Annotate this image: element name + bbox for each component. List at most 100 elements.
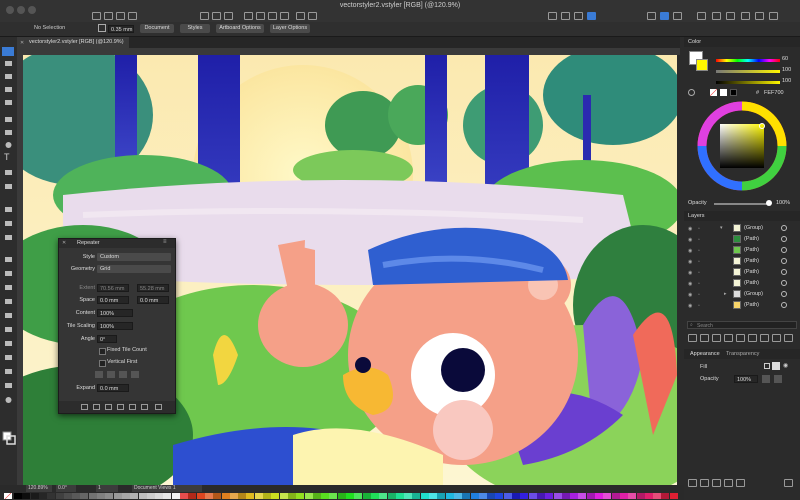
fill-swatch[interactable] — [98, 24, 106, 32]
outline-view-icon[interactable] — [561, 12, 570, 20]
duplicate-layer-icon[interactable] — [712, 334, 721, 342]
palette-swatch[interactable] — [429, 493, 437, 499]
layers-title[interactable]: Layers — [688, 213, 705, 219]
snap-points-icon[interactable] — [673, 12, 682, 20]
target-circle-icon[interactable] — [781, 269, 787, 275]
mirror-vertical-icon[interactable] — [119, 371, 127, 378]
color-tab[interactable]: Color — [688, 39, 701, 45]
appearance-opacity-input[interactable]: 100% — [734, 375, 758, 383]
snap-grid-icon[interactable] — [660, 12, 669, 20]
space-x-input[interactable]: 0.0 mm — [97, 296, 129, 304]
tile-scaling-input[interactable]: 100% — [97, 322, 133, 330]
fill-options-icon[interactable] — [764, 363, 770, 369]
palette-swatch[interactable] — [487, 493, 496, 499]
palette-swatch[interactable] — [80, 493, 89, 499]
palette-swatch[interactable] — [420, 493, 429, 499]
new-sublayer-icon[interactable] — [700, 334, 709, 342]
palette-swatch[interactable] — [545, 493, 554, 499]
open-file-icon[interactable] — [104, 12, 113, 20]
palette-swatch[interactable] — [337, 493, 346, 499]
vertical-first-checkbox[interactable] — [99, 360, 106, 367]
palette-swatch[interactable] — [304, 493, 313, 499]
arrange-icon[interactable] — [224, 12, 233, 20]
artboard-options-button[interactable]: Artboard Options — [216, 24, 264, 33]
delete-icon[interactable] — [308, 12, 317, 20]
content-input[interactable]: 100% — [97, 309, 133, 317]
brightness-slider[interactable] — [716, 81, 780, 84]
palette-swatch[interactable] — [130, 493, 139, 499]
gear-icon[interactable] — [712, 12, 721, 20]
color-opacity-thumb[interactable] — [766, 200, 772, 206]
lock-layer-icon[interactable] — [772, 334, 781, 342]
layer-row[interactable]: ◉ ▫ (Path) — [684, 267, 800, 278]
layer-row[interactable]: ◉ ▫ ▸ (Group) — [684, 289, 800, 300]
snap-icon[interactable] — [647, 12, 656, 20]
info-icon[interactable] — [726, 12, 735, 20]
palette-swatch[interactable] — [163, 493, 172, 499]
ungroup-icon[interactable] — [212, 12, 221, 20]
palette-swatch[interactable] — [113, 493, 122, 499]
mirror-horizontal-icon[interactable] — [107, 371, 115, 378]
mirror-none-icon[interactable] — [95, 371, 103, 378]
align-icon[interactable] — [117, 404, 124, 410]
palette-swatch[interactable] — [462, 493, 471, 499]
fixed-tile-count-checkbox[interactable] — [99, 348, 106, 355]
palette-swatch[interactable] — [146, 493, 155, 499]
palette-swatch[interactable] — [453, 493, 462, 499]
panel-menu-icon[interactable]: ≡ — [163, 239, 167, 245]
angle-input[interactable]: 0° — [97, 335, 117, 343]
visibility-eye-icon[interactable]: ◉ — [688, 303, 692, 309]
clip-layer-icon[interactable] — [736, 334, 745, 342]
view-field[interactable]: Document Views 1 — [132, 485, 202, 492]
globe-icon[interactable] — [587, 12, 596, 20]
layer-options-button[interactable]: Layer Options — [270, 24, 310, 33]
expand-arrow-icon[interactable]: ▾ — [720, 225, 723, 231]
color-palette[interactable] — [14, 493, 684, 499]
reset-icon[interactable] — [93, 404, 100, 410]
rotation-field[interactable]: 0.0° — [56, 485, 76, 492]
palette-swatch[interactable] — [478, 493, 487, 499]
palette-swatch[interactable] — [636, 493, 645, 499]
lock-icon[interactable]: ▫ — [698, 303, 700, 309]
save-icon[interactable] — [116, 12, 125, 20]
palette-swatch[interactable] — [528, 493, 537, 499]
align-icon[interactable] — [244, 12, 253, 20]
palette-swatch[interactable] — [321, 493, 330, 499]
appearance-fill-swatch[interactable] — [772, 362, 780, 370]
appearance-visibility-icon[interactable]: ◉ — [783, 362, 788, 369]
palette-swatch[interactable] — [362, 493, 371, 499]
palette-swatch[interactable] — [595, 493, 603, 499]
visibility-eye-icon[interactable]: ◉ — [688, 237, 692, 243]
stroke-color-swatch[interactable] — [696, 59, 708, 71]
palette-swatch[interactable] — [437, 493, 446, 499]
black-swatch[interactable] — [730, 89, 737, 96]
palette-swatch[interactable] — [578, 493, 587, 499]
add-effect-icon[interactable] — [712, 479, 721, 487]
apply-icon[interactable] — [81, 404, 88, 410]
palette-swatch[interactable] — [55, 493, 64, 499]
palette-swatch[interactable] — [204, 493, 213, 499]
group-icon[interactable] — [200, 12, 209, 20]
palette-swatch[interactable] — [354, 493, 363, 499]
palette-swatch[interactable] — [445, 493, 454, 499]
delete-item-icon[interactable] — [784, 479, 793, 487]
extent-width-input[interactable]: 70.56 mm — [97, 284, 129, 292]
palette-swatch[interactable] — [14, 493, 22, 499]
boolean-icon[interactable] — [268, 12, 277, 20]
palette-swatch[interactable] — [512, 493, 520, 499]
palette-swatch[interactable] — [611, 493, 620, 499]
palette-swatch[interactable] — [213, 493, 222, 499]
palette-swatch[interactable] — [279, 493, 288, 499]
palette-swatch[interactable] — [470, 493, 479, 499]
opacity-menu-icon[interactable] — [774, 375, 782, 383]
guides-icon[interactable] — [697, 12, 706, 20]
grid-icon[interactable] — [105, 404, 112, 410]
lock-icon[interactable]: ▫ — [698, 270, 700, 276]
trash-icon[interactable] — [155, 404, 162, 410]
duplicate-icon[interactable] — [296, 12, 305, 20]
extent-height-input[interactable]: 55.28 mm — [137, 284, 169, 292]
palette-swatch[interactable] — [287, 493, 296, 499]
document-tab[interactable]: vectorstyler2.vstyler [RGB] (@120.9%) — [17, 37, 129, 48]
lock-icon[interactable]: ▫ — [698, 248, 700, 254]
geometry-select[interactable]: Grid — [97, 265, 171, 273]
